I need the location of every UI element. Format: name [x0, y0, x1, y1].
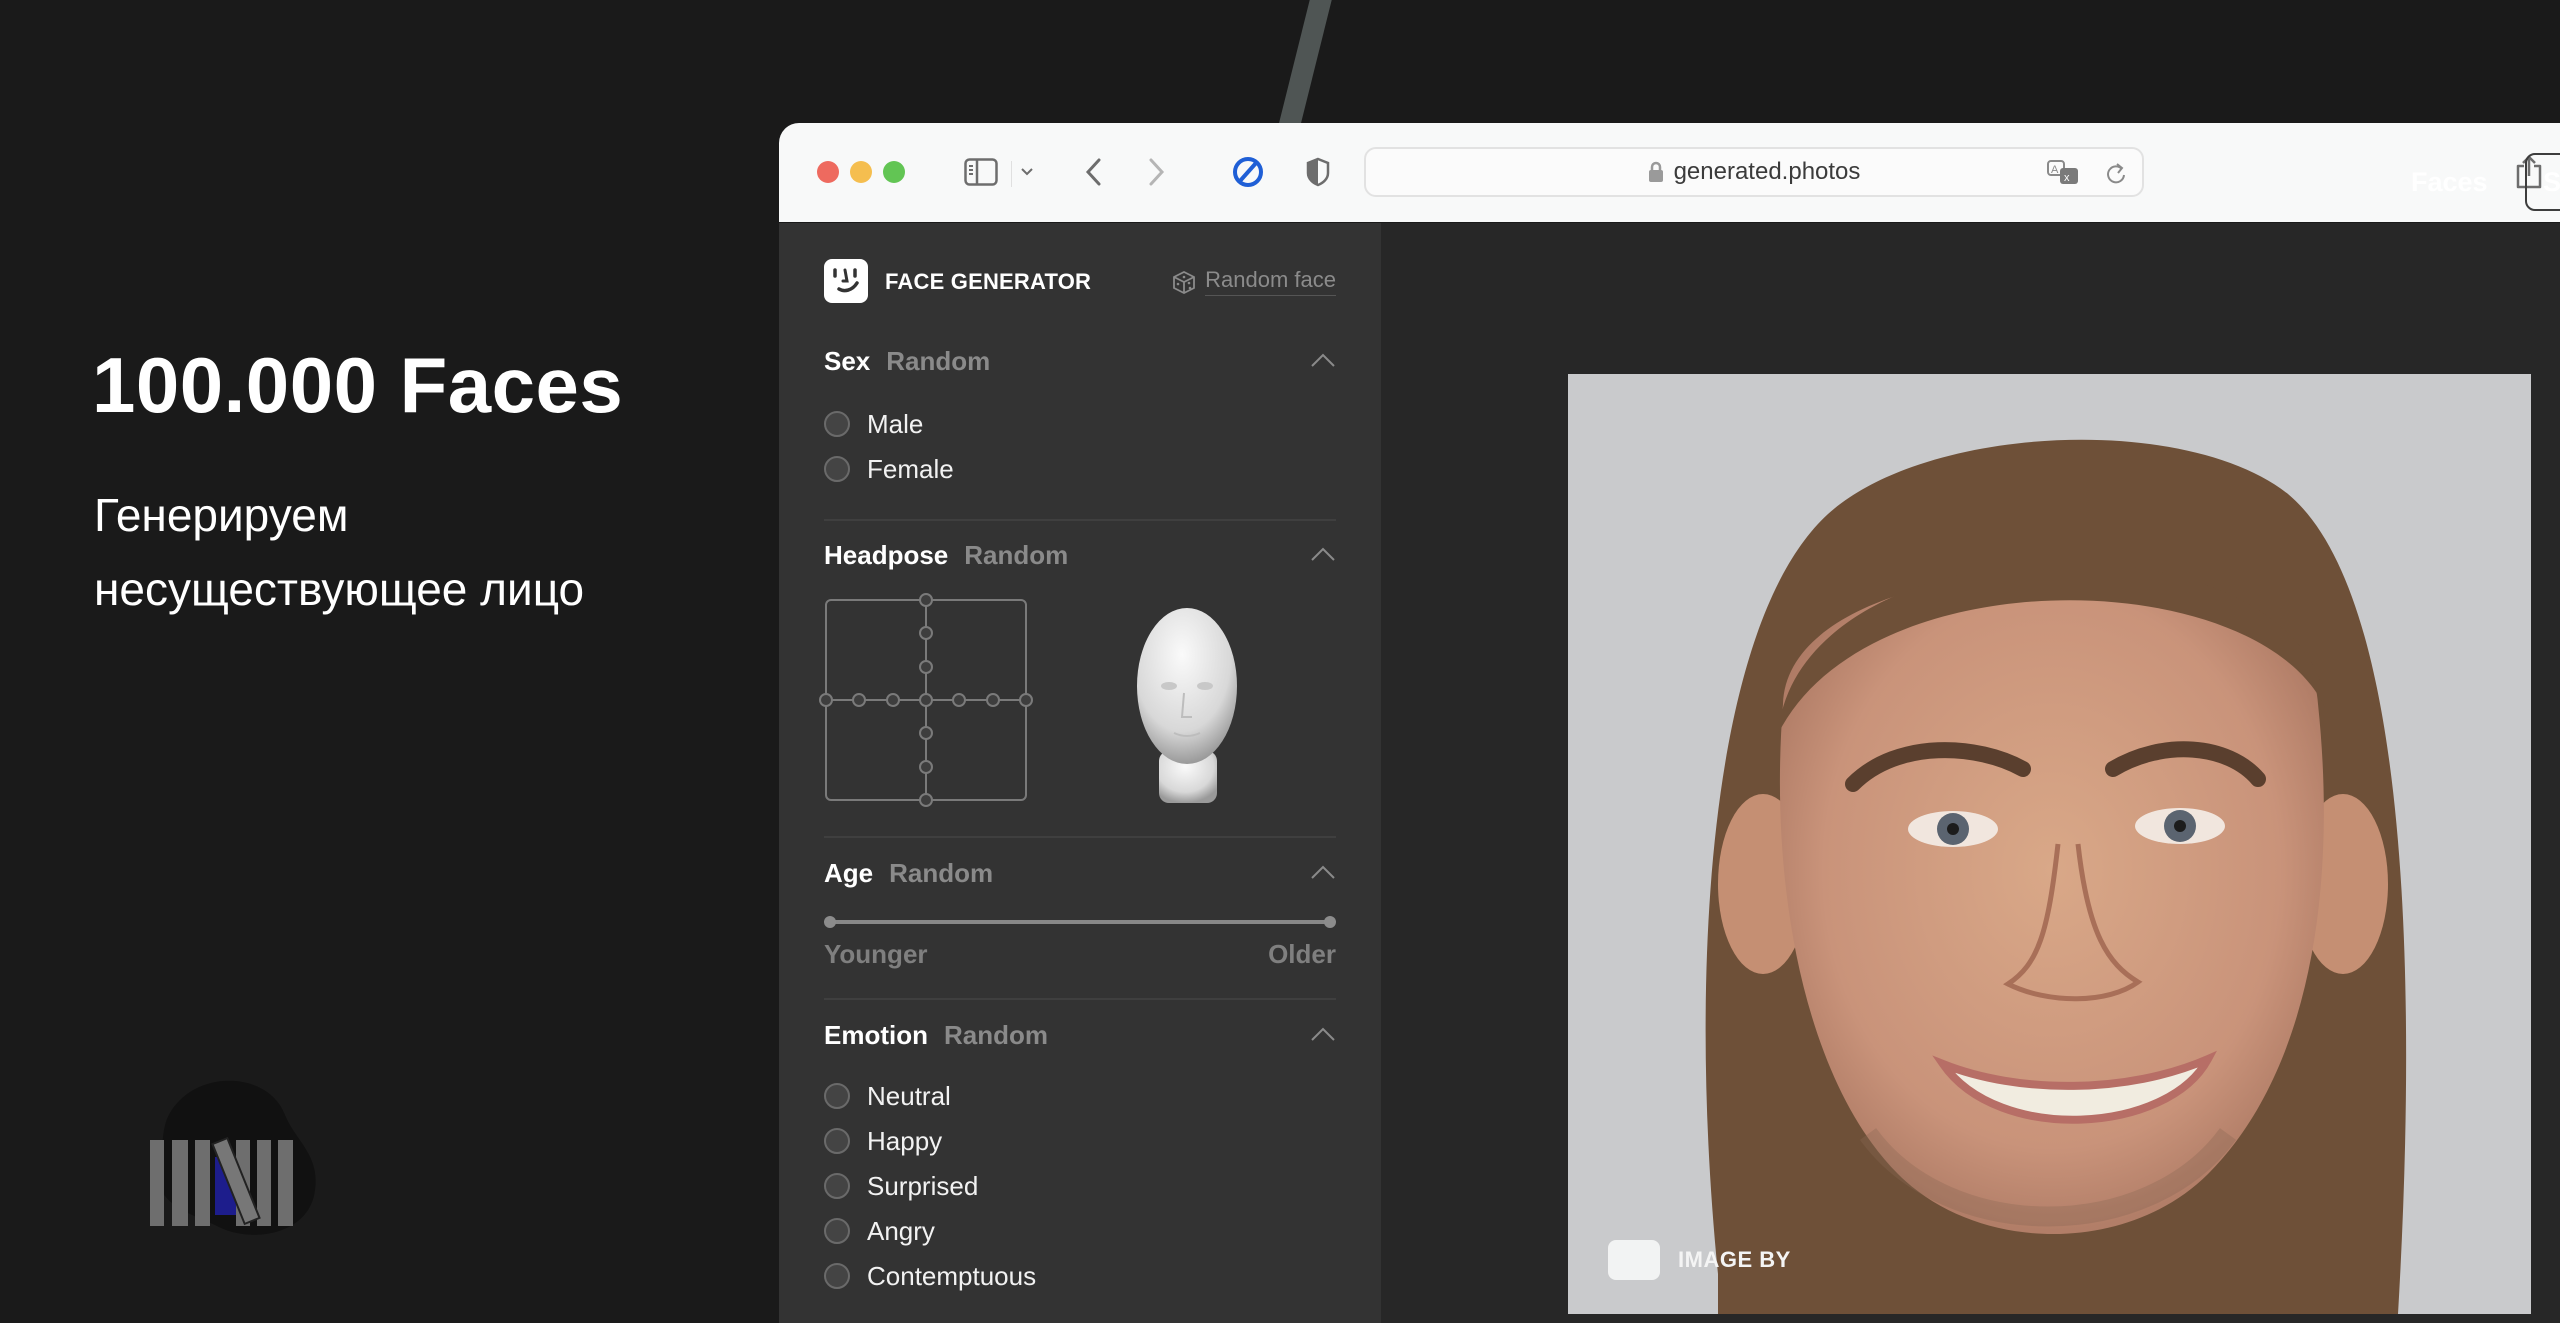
hero-subtitle-line-1: Генерируем	[94, 489, 349, 541]
sidebar-toggle-icon	[964, 158, 998, 186]
svg-text:x: x	[2064, 172, 2070, 184]
age-max-label: Older	[1268, 939, 1336, 969]
lock-icon	[1648, 161, 1663, 182]
emotion-option-angry[interactable]: Angry	[824, 1214, 935, 1248]
section-divider	[824, 836, 1336, 838]
shield-icon	[1306, 157, 1330, 187]
radio-label: Surprised	[867, 1170, 979, 1201]
radio-label: Angry	[867, 1215, 935, 1246]
headpose-section-value: Random	[964, 539, 1069, 570]
content-blocker-button[interactable]	[1230, 149, 1266, 195]
emotion-section-header[interactable]: Emotion Random	[824, 1017, 1336, 1053]
smiley-face-icon	[833, 268, 859, 293]
address-bar-content: generated.photos	[1366, 149, 2142, 195]
headpose-grid-control[interactable]	[819, 593, 1033, 807]
radio-label: Female	[867, 453, 954, 484]
nav-faces-link[interactable]: Faces	[2411, 167, 2488, 198]
emotion-option-neutral[interactable]: Neutral	[824, 1079, 951, 1113]
back-icon	[1085, 158, 1101, 186]
headpose-grid[interactable]	[819, 593, 1033, 807]
headpose-section-header[interactable]: Headpose Random	[824, 537, 1336, 573]
face-portrait-image	[1568, 374, 2531, 1314]
emotion-option-happy[interactable]: Happy	[824, 1124, 942, 1158]
hero-subtitle: Генерируем несуществующее лицо	[94, 478, 734, 626]
filter-sidebar: FACE GENERATOR Random face Sex Random Ma…	[779, 223, 1381, 1323]
fence-planks-logo-icon	[150, 1080, 316, 1235]
image-watermark: IMAGE BY	[1608, 1240, 1791, 1280]
translate-button[interactable]: A x	[2046, 159, 2082, 192]
chevron-down-icon	[1021, 168, 1033, 176]
emotion-section-title: Emotion	[824, 1019, 928, 1050]
headpose-3d-head-preview	[1127, 601, 1247, 807]
url-text: generated.photos	[1673, 158, 1861, 185]
age-slider-min-handle[interactable]	[824, 916, 836, 928]
back-button[interactable]	[1081, 149, 1105, 195]
dice-icon	[1173, 270, 1196, 294]
radio-button[interactable]	[824, 1218, 850, 1244]
reload-icon	[2107, 163, 2125, 184]
browser-window: generated.photos A x FACE GENERATOR Rand…	[779, 123, 2560, 1323]
age-slider-track[interactable]	[830, 920, 1330, 924]
radio-button[interactable]	[824, 1083, 850, 1109]
radio-label: Contemptuous	[867, 1260, 1037, 1291]
reload-button[interactable]	[2104, 159, 2128, 192]
random-face-button[interactable]: Random face	[1171, 267, 1336, 296]
close-window-button[interactable]	[817, 161, 839, 183]
forward-icon	[1149, 158, 1165, 186]
emotion-option-surprised[interactable]: Surprised	[824, 1169, 978, 1203]
sex-section-title: Sex	[824, 345, 871, 376]
radio-button[interactable]	[824, 1128, 850, 1154]
watermark-text: IMAGE BY	[1678, 1247, 1791, 1272]
radio-label: Neutral	[867, 1080, 951, 1111]
browser-toolbar: generated.photos A x	[779, 123, 2560, 223]
radio-button[interactable]	[824, 456, 850, 482]
tab-overview-dropdown[interactable]	[1017, 149, 1037, 195]
section-divider	[824, 998, 1336, 1000]
sex-option-female[interactable]: Female	[824, 452, 954, 486]
privacy-report-button[interactable]	[1303, 149, 1333, 195]
chevron-up-icon[interactable]	[1310, 1025, 1336, 1045]
age-section-title: Age	[824, 857, 874, 888]
chevron-up-icon[interactable]	[1310, 351, 1336, 371]
hero-subtitle-line-2: несуществующее лицо	[94, 563, 585, 615]
age-section-value: Random	[889, 857, 994, 888]
sex-section-value: Random	[886, 345, 991, 376]
random-face-label: Random face	[1205, 267, 1336, 296]
generated-face-photo: IMAGE BY	[1568, 374, 2531, 1314]
fullscreen-window-button[interactable]	[883, 161, 905, 183]
forward-button[interactable]	[1145, 149, 1169, 195]
headpose-section-title: Headpose	[824, 539, 949, 570]
age-slider-max-handle[interactable]	[1324, 916, 1336, 928]
age-section-header[interactable]: Age Random	[824, 855, 1336, 891]
watermark-logo-icon	[1608, 1240, 1660, 1280]
toolbar-divider	[1011, 161, 1012, 187]
radio-button[interactable]	[824, 411, 850, 437]
svg-text:A: A	[2051, 164, 2059, 176]
mannequin-head-icon	[1137, 608, 1237, 803]
emotion-option-contemptuous[interactable]: Contemptuous	[824, 1259, 1036, 1293]
minimize-window-button[interactable]	[850, 161, 872, 183]
block-icon	[1233, 157, 1263, 187]
app-title: FACE GENERATOR	[885, 269, 1092, 294]
radio-label: Male	[867, 408, 924, 439]
nav-account-button[interactable]: S	[2525, 153, 2560, 211]
face-generator-logo	[824, 259, 868, 303]
hero-title: 100.000 Faces	[92, 341, 624, 429]
brand-logo	[120, 1060, 330, 1240]
chevron-up-icon[interactable]	[1310, 545, 1336, 565]
address-bar[interactable]: generated.photos A x	[1364, 147, 2144, 197]
sidebar-toggle-button[interactable]	[961, 149, 1001, 195]
radio-button[interactable]	[824, 1173, 850, 1199]
emotion-section-value: Random	[944, 1019, 1048, 1050]
age-min-label: Younger	[824, 939, 928, 969]
radio-button[interactable]	[824, 1263, 850, 1289]
age-range-slider[interactable]	[824, 915, 1336, 929]
sex-option-male[interactable]: Male	[824, 407, 923, 441]
radio-label: Happy	[867, 1125, 943, 1156]
translate-icon: A x	[2047, 160, 2078, 184]
section-divider	[824, 519, 1336, 521]
chevron-up-icon[interactable]	[1310, 863, 1336, 883]
sex-section-header[interactable]: Sex Random	[824, 343, 1336, 379]
decorative-diagonal-stripe	[1277, 0, 1337, 130]
